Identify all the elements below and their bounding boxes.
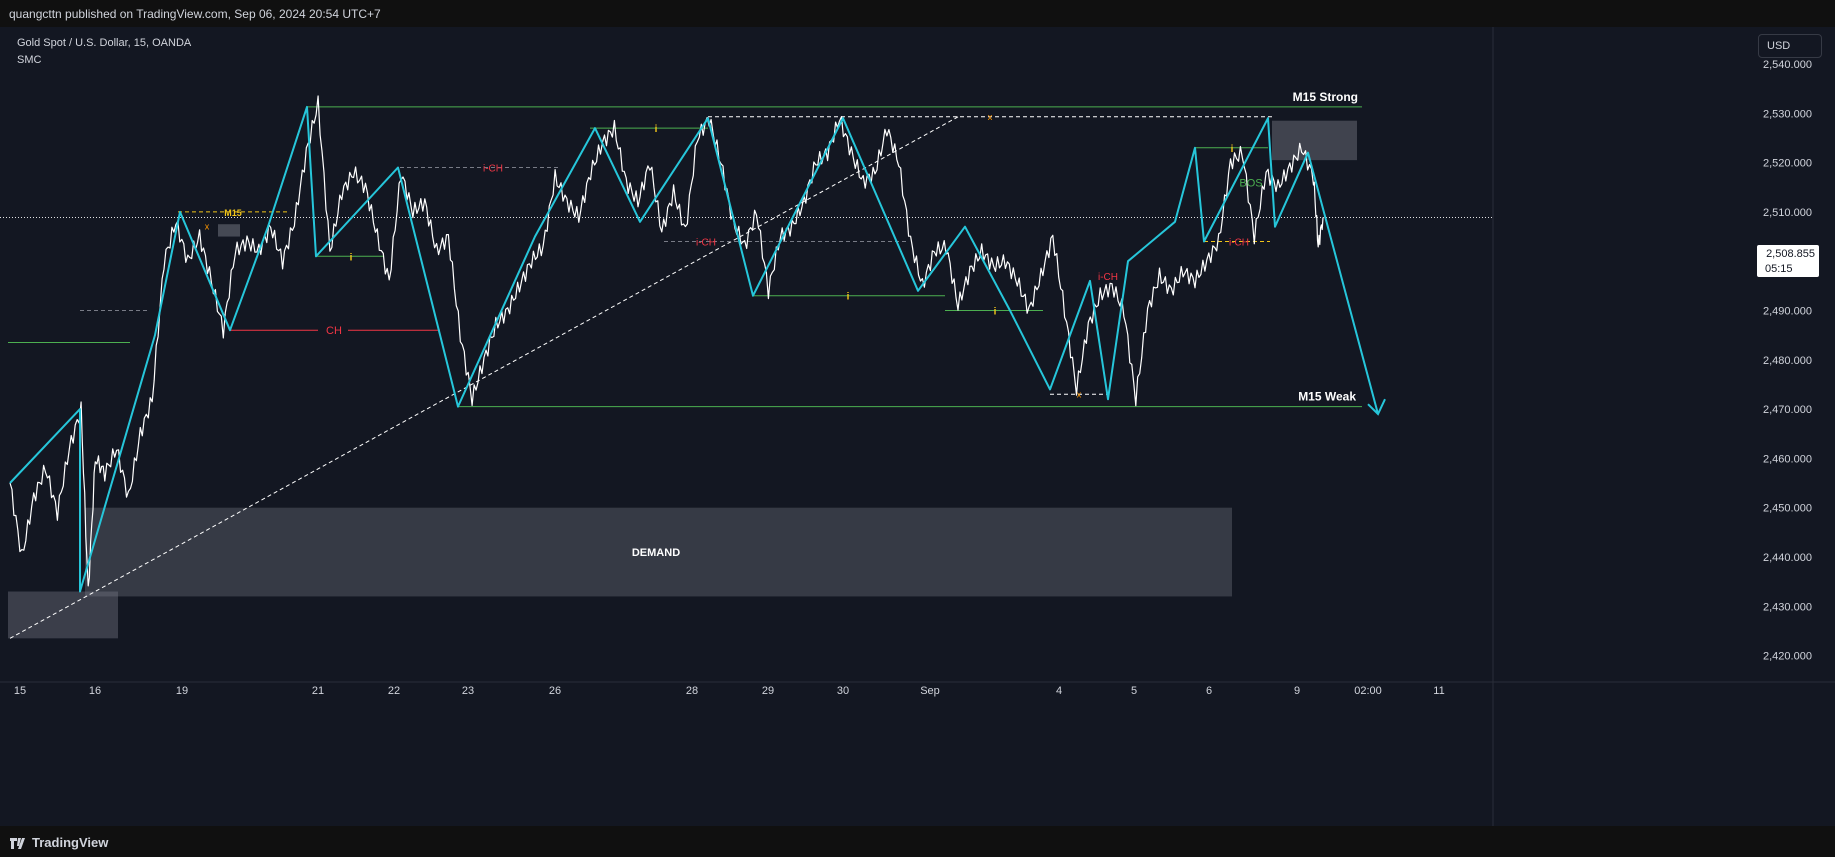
last-price-tag: 2,508.855 05:15 (1757, 245, 1819, 277)
time-tick-label: 6 (1206, 685, 1212, 697)
time-tick-label: 4 (1056, 685, 1062, 697)
x-marker-1: x (988, 112, 993, 122)
time-tick-label: 22 (388, 685, 400, 697)
price-tick-label: 2,420.000 (1763, 651, 1812, 663)
ich-label-4: i-CH (1098, 272, 1118, 283)
internal-label-4: i (994, 307, 997, 318)
x-marker-3: x (205, 222, 210, 232)
price-tick-label: 2,450.000 (1763, 503, 1812, 515)
internal-label-2: i (655, 124, 658, 135)
ich-label-3: i-CH (1229, 237, 1249, 248)
symbol-title: Gold Spot / U.S. Dollar, 15, OANDA (17, 37, 192, 49)
time-tick-label: 28 (686, 685, 698, 697)
m15-weak-label: M15 Weak (1298, 390, 1356, 404)
time-tick-label: 02:00 (1354, 685, 1382, 697)
publisher-bar: quangcttn published on TradingView.com, … (0, 0, 1835, 27)
last-price: 2,508.855 (1766, 248, 1815, 260)
supply-zone (1272, 120, 1357, 161)
price-chart[interactable]: DEMAND M15 Strong M15 Weak CH i-CH i-CH i-CH i… (0, 27, 1835, 826)
publisher-text: quangcttn published on TradingView.com, … (9, 7, 381, 21)
price-tick-label: 2,440.000 (1763, 552, 1812, 564)
price-tick-label: 2,490.000 (1763, 306, 1812, 318)
demand-label: DEMAND (632, 547, 680, 559)
internal-label-1: i (350, 252, 353, 263)
internal-label-3: i (847, 292, 850, 303)
origin-zone (8, 591, 118, 639)
indicator-name: SMC (17, 54, 42, 66)
internal-label-5: i (1231, 144, 1234, 155)
time-tick-label: 21 (312, 685, 324, 697)
price-tick-label: 2,540.000 (1763, 59, 1812, 71)
time-tick-label: 19 (176, 685, 188, 697)
price-tick-label: 2,460.000 (1763, 453, 1812, 465)
ch-label: CH (326, 325, 342, 337)
brand-name: TradingView (32, 835, 109, 850)
time-tick-label: 9 (1294, 685, 1300, 697)
price-tick-label: 2,510.000 (1763, 207, 1812, 219)
x-marker-2: x (1077, 389, 1082, 399)
tradingview-logo-icon (10, 838, 25, 849)
chart-legend: Gold Spot / U.S. Dollar, 15, OANDA SMC (17, 35, 191, 69)
currency-button[interactable]: USD (1758, 34, 1822, 58)
small-zone (218, 224, 240, 237)
chart-background (0, 27, 1835, 826)
price-tick-label: 2,470.000 (1763, 404, 1812, 416)
time-tick-label: 23 (462, 685, 474, 697)
time-tick-label: 16 (89, 685, 101, 697)
ich-label-2: i-CH (696, 237, 716, 248)
m15-label: M15 (224, 208, 242, 218)
time-tick-label: 30 (837, 685, 849, 697)
time-tick-label: 5 (1131, 685, 1137, 697)
footer-bar: TradingView (0, 826, 1835, 857)
price-tick-label: 2,520.000 (1763, 158, 1812, 170)
price-tick-label: 2,530.000 (1763, 108, 1812, 120)
time-tick-label: 15 (14, 685, 26, 697)
m15-strong-label: M15 Strong (1293, 90, 1358, 104)
bos-label: BOS (1239, 177, 1262, 189)
tradingview-logo[interactable]: TradingView (10, 835, 108, 850)
bar-countdown: 05:15 (1765, 263, 1793, 275)
price-tick-label: 2,430.000 (1763, 601, 1812, 613)
price-tick-label: 2,480.000 (1763, 355, 1812, 367)
time-tick-label: 29 (762, 685, 774, 697)
ich-label-1: i-CH (483, 164, 503, 175)
time-tick-label: Sep (920, 685, 940, 697)
time-tick-label: 11 (1433, 685, 1444, 697)
time-tick-label: 26 (549, 685, 561, 697)
